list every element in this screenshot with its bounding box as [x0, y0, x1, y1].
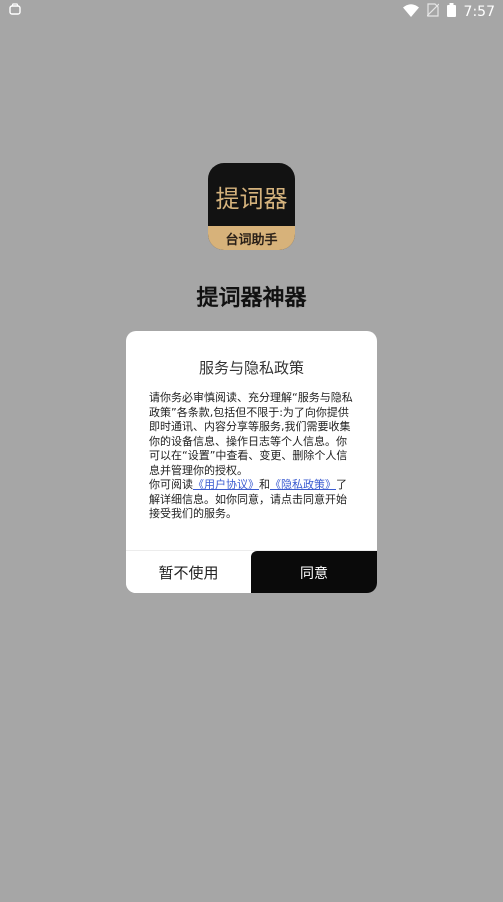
dialog-body: 请你务必审慎阅读、充分理解“服务与隐私政策”各条款,包括但不限于:为了向你提供即…: [149, 391, 354, 522]
app-logo-text: 提词器: [215, 185, 288, 213]
app-name: 提词器神器: [196, 286, 307, 311]
read-prefix: 你可阅读: [149, 478, 193, 491]
battery-icon: [446, 3, 456, 21]
no-sim-icon: [426, 3, 439, 21]
dialog-title: 服务与隐私政策: [198, 359, 304, 377]
decline-button[interactable]: 暂不使用: [126, 551, 251, 593]
status-time: 7:57: [463, 4, 495, 20]
user-agreement-link[interactable]: 《用户协议》: [193, 478, 259, 491]
dialog-paragraph-read: 你可阅读《用户协议》和《隐私政策》了解详细信息。如你同意，请点击同意开始接受我们…: [149, 478, 354, 522]
dialog-footer: 暂不使用 同意: [126, 550, 377, 593]
notification-icon: [8, 3, 22, 17]
read-and: 和: [259, 478, 270, 491]
wifi-icon: [402, 3, 419, 21]
privacy-policy-link[interactable]: 《隐私政策》: [270, 478, 336, 491]
agree-button[interactable]: 同意: [251, 551, 377, 593]
app-logo: 提词器 台词助手: [208, 163, 295, 250]
app-logo-banner: 台词助手: [208, 226, 295, 250]
privacy-dialog: 服务与隐私政策 请你务必审慎阅读、充分理解“服务与隐私政策”各条款,包括但不限于…: [126, 331, 377, 593]
status-bar: 7:57: [0, 0, 503, 24]
dialog-paragraph-terms: 请你务必审慎阅读、充分理解“服务与隐私政策”各条款,包括但不限于:为了向你提供即…: [149, 391, 353, 477]
